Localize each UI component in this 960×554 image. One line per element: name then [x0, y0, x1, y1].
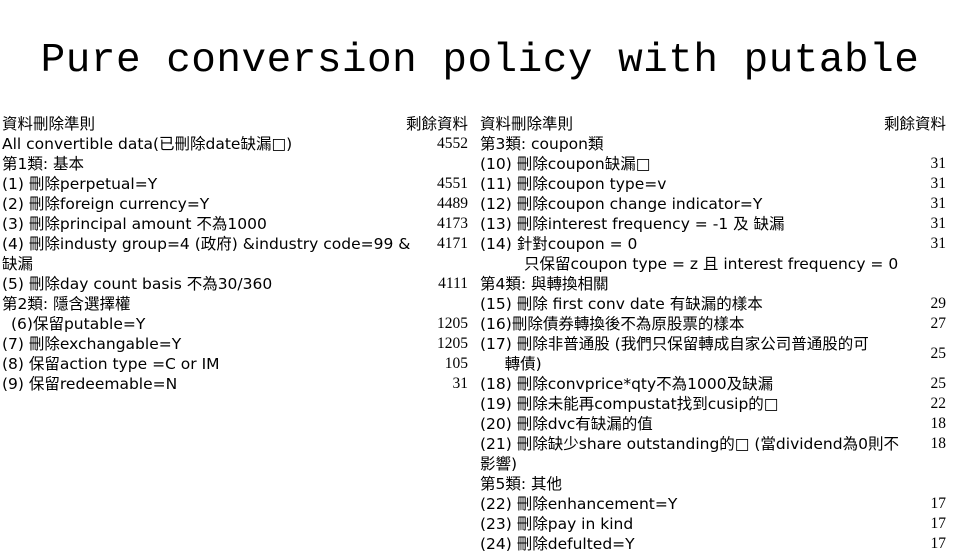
table-row: (23) 刪除pay in kind 17	[480, 514, 958, 534]
row-value: 25	[930, 375, 947, 392]
row-value: 17	[930, 535, 947, 552]
row-value: 31	[930, 155, 947, 172]
right-column-header: 資料刪除準則 剩餘資料	[480, 114, 958, 134]
right-header-criteria: 資料刪除準則	[480, 115, 574, 133]
row-value: 31	[930, 235, 947, 252]
row-label: (21) 刪除缺少share outstanding的□ (當dividend為…	[480, 435, 899, 473]
row-label: 第4類: 與轉換相關	[480, 275, 609, 293]
row-value: 25	[930, 345, 947, 362]
row-label: (13) 刪除interest frequency = -1 及 缺漏	[480, 215, 785, 233]
row-value: 22	[930, 395, 947, 412]
table-row: (21) 刪除缺少share outstanding的□ (當dividend為…	[480, 434, 958, 474]
row-label: (23) 刪除pay in kind	[480, 515, 634, 533]
right-column-rows: 第3類: coupon類 (10) 刪除coupon缺漏□ 31 (11) 刪除cou…	[480, 134, 958, 554]
table-row: 第3類: coupon類	[480, 134, 958, 154]
row-value: 1205	[437, 315, 468, 332]
row-label: (3) 刪除principal amount 不為1000	[2, 215, 267, 233]
table-row: 只保留coupon type = z 且 interest frequency …	[480, 254, 958, 274]
row-label: (18) 刪除convprice*qty不為1000及缺漏	[480, 375, 774, 393]
row-label: (22) 刪除enhancement=Y	[480, 495, 678, 513]
row-label: (7) 刪除exchangable=Y	[2, 335, 182, 353]
right-column: 資料刪除準則 剩餘資料 第3類: coupon類 (10) 刪除coupon缺漏□…	[480, 114, 958, 554]
row-label: (10) 刪除coupon缺漏□	[480, 155, 651, 173]
row-value: 18	[930, 415, 947, 432]
page-title: Pure conversion policy with putable	[40, 38, 920, 84]
table-row: 第2類: 隱含選擇權	[2, 294, 468, 314]
row-value: 31	[930, 175, 947, 192]
row-label: (16)刪除債券轉換後不為原股票的樣本	[480, 315, 745, 333]
row-value: 4489	[437, 195, 468, 212]
row-value: 17	[930, 515, 947, 532]
row-value: 31	[452, 375, 469, 392]
table-row: (5) 刪除day count basis 不為30/360 4111	[2, 274, 468, 294]
row-label: (12) 刪除coupon change indicator=Y	[480, 195, 763, 213]
row-label: (5) 刪除day count basis 不為30/360	[2, 275, 273, 293]
row-label: (11) 刪除coupon type=v	[480, 175, 667, 193]
table-row: (9) 保留redeemable=N 31	[2, 374, 468, 394]
left-column: 資料刪除準則 剩餘資料 All convertible data(已刪除date…	[2, 114, 468, 394]
table-row: 第5類: 其他	[480, 474, 958, 494]
row-label: 第5類: 其他	[480, 475, 563, 493]
row-label: (1) 刪除perpetual=Y	[2, 175, 158, 193]
right-header-remaining: 剩餘資料	[883, 115, 946, 133]
table-row: (18) 刪除convprice*qty不為1000及缺漏 25	[480, 374, 958, 394]
left-header-remaining: 剩餘資料	[405, 115, 468, 133]
table-row: (15) 刪除 first conv date 有缺漏的樣本 29	[480, 294, 958, 314]
table-row: 第1類: 基本	[2, 154, 468, 174]
table-row: (24) 刪除defulted=Y 17	[480, 534, 958, 554]
row-label: (15) 刪除 first conv date 有缺漏的樣本	[480, 295, 763, 313]
table-row: (17) 刪除非普通股 (我們只保留轉成自家公司普通股的可 轉債) 25	[480, 334, 958, 374]
row-value: 31	[930, 195, 947, 212]
left-column-header: 資料刪除準則 剩餘資料	[2, 114, 468, 134]
row-label: (6)保留putable=Y	[11, 315, 146, 333]
row-value: 31	[930, 215, 947, 232]
row-label: (19) 刪除未能再compustat找到cusip的□	[480, 395, 779, 413]
left-header-criteria: 資料刪除準則	[2, 115, 96, 133]
row-label: All convertible data(已刪除date缺漏□)	[2, 135, 293, 153]
slide: Pure conversion policy with putable 資料刪除…	[0, 0, 960, 553]
row-value: 18	[930, 435, 947, 452]
row-label: (17) 刪除非普通股 (我們只保留轉成自家公司普通股的可 轉債)	[480, 335, 869, 373]
table-row: (19) 刪除未能再compustat找到cusip的□ 22	[480, 394, 958, 414]
table-row: (14) 針對coupon = 0 31	[480, 234, 958, 254]
row-label: 第2類: 隱含選擇權	[2, 295, 131, 313]
table-row: (2) 刪除foreign currency=Y 4489	[2, 194, 468, 214]
table-row: (1) 刪除perpetual=Y 4551	[2, 174, 468, 194]
table-row: (6)保留putable=Y 1205	[2, 314, 468, 334]
row-label: 第3類: coupon類	[480, 135, 604, 153]
table-row: (20) 刪除dvc有缺漏的值 18	[480, 414, 958, 434]
table-row: (4) 刪除industy group=4 (政府) &industry cod…	[2, 234, 468, 274]
row-label: (14) 針對coupon = 0	[480, 235, 638, 253]
row-value: 4552	[437, 135, 468, 152]
table-row: (11) 刪除coupon type=v 31	[480, 174, 958, 194]
row-label: (20) 刪除dvc有缺漏的值	[480, 415, 653, 433]
table-row: (16)刪除債券轉換後不為原股票的樣本 27	[480, 314, 958, 334]
left-column-rows: All convertible data(已刪除date缺漏□) 4552 第1類:…	[2, 134, 468, 394]
table-row: (8) 保留action type =C or IM 105	[2, 354, 468, 374]
table-row: (7) 刪除exchangable=Y 1205	[2, 334, 468, 354]
row-label: (9) 保留redeemable=N	[2, 375, 178, 393]
row-value: 4551	[437, 175, 468, 192]
table-row: 第4類: 與轉換相關	[480, 274, 958, 294]
row-label: 只保留coupon type = z 且 interest frequency …	[524, 255, 899, 273]
row-label: 第1類: 基本	[2, 155, 85, 173]
row-label: (8) 保留action type =C or IM	[2, 355, 220, 373]
row-value: 4171	[437, 235, 468, 252]
row-label: (24) 刪除defulted=Y	[480, 535, 635, 553]
row-value: 105	[444, 355, 468, 372]
table-row: All convertible data(已刪除date缺漏□) 4552	[2, 134, 468, 154]
row-label: (2) 刪除foreign currency=Y	[2, 195, 210, 213]
row-value: 17	[930, 495, 947, 512]
table-row: (22) 刪除enhancement=Y 17	[480, 494, 958, 514]
table-row: (3) 刪除principal amount 不為1000 4173	[2, 214, 468, 234]
table-row: (10) 刪除coupon缺漏□ 31	[480, 154, 958, 174]
table-row: (12) 刪除coupon change indicator=Y 31	[480, 194, 958, 214]
row-label: (4) 刪除industy group=4 (政府) &industry cod…	[2, 235, 416, 273]
row-value: 29	[930, 295, 947, 312]
table-row: (13) 刪除interest frequency = -1 及 缺漏 31	[480, 214, 958, 234]
row-value: 1205	[437, 335, 468, 352]
row-value: 4173	[437, 215, 468, 232]
row-value: 27	[930, 315, 947, 332]
row-value: 4111	[438, 275, 468, 292]
